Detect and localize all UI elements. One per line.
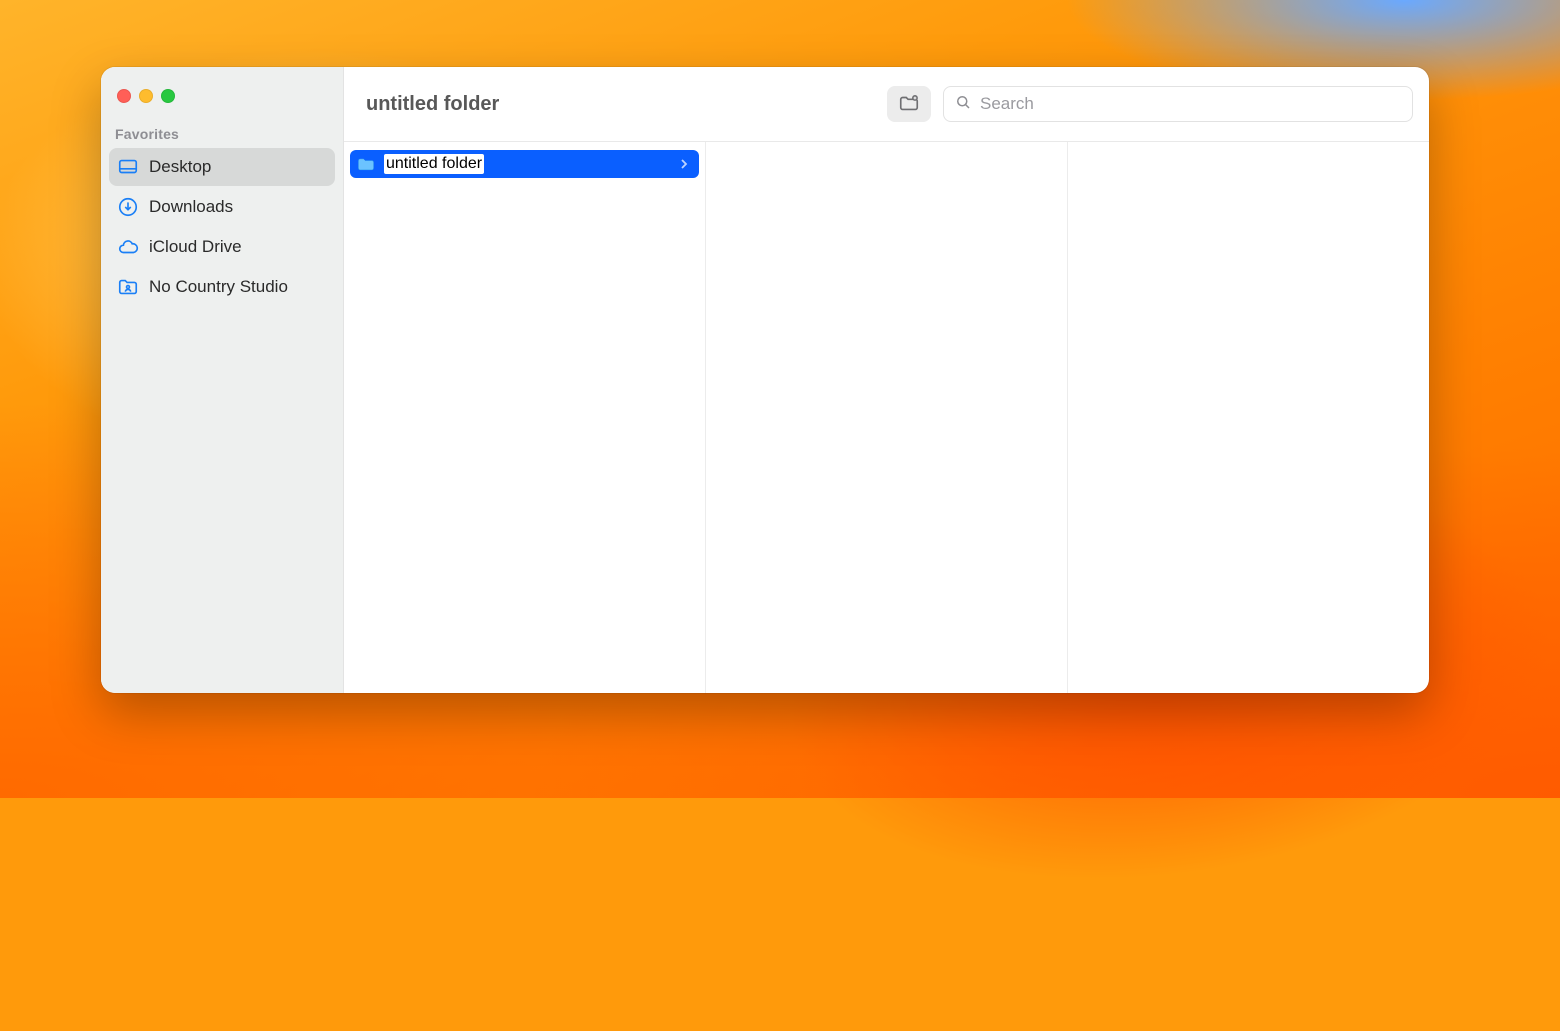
close-window-button[interactable] xyxy=(117,89,131,103)
search-field[interactable] xyxy=(943,86,1413,122)
chevron-right-icon xyxy=(677,157,691,171)
sidebar: Favorites Desktop xyxy=(101,67,344,693)
sidebar-item-label: iCloud Drive xyxy=(149,237,327,257)
search-icon xyxy=(954,93,972,116)
sidebar-item-icloud-drive[interactable]: iCloud Drive xyxy=(109,228,335,266)
folder-row-untitled-folder[interactable]: untitled folder xyxy=(350,150,699,178)
search-input[interactable] xyxy=(980,94,1402,114)
sidebar-item-no-country-studio[interactable]: No Country Studio xyxy=(109,268,335,306)
cloud-icon xyxy=(117,236,139,258)
zoom-window-button[interactable] xyxy=(161,89,175,103)
sidebar-item-label: Downloads xyxy=(149,197,327,217)
new-folder-button[interactable] xyxy=(887,86,931,122)
folder-name-editbox[interactable]: untitled folder xyxy=(384,154,484,174)
sidebar-item-label: No Country Studio xyxy=(149,277,327,297)
sidebar-item-downloads[interactable]: Downloads xyxy=(109,188,335,226)
location-title: untitled folder xyxy=(366,93,875,116)
user-folder-icon xyxy=(117,276,139,298)
desktop-icon xyxy=(117,156,139,178)
file-save-dialog: Favorites Desktop xyxy=(101,67,1429,693)
dialog-main: untitled folder xyxy=(344,67,1429,693)
sidebar-item-label: Desktop xyxy=(149,157,327,177)
browser-column-1[interactable] xyxy=(706,142,1068,693)
sidebar-section-title: Favorites xyxy=(101,126,343,148)
download-circle-icon xyxy=(117,196,139,218)
window-controls xyxy=(101,89,343,126)
browser-column-0[interactable]: untitled folder xyxy=(344,142,706,693)
column-browser: untitled folder xyxy=(344,142,1429,693)
new-folder-icon xyxy=(898,92,920,117)
browser-column-2[interactable] xyxy=(1068,142,1429,693)
sidebar-item-desktop[interactable]: Desktop xyxy=(109,148,335,186)
minimize-window-button[interactable] xyxy=(139,89,153,103)
folder-icon xyxy=(356,154,376,174)
sidebar-favorites-list: Desktop Downloads iClo xyxy=(101,148,343,306)
dialog-toolbar: untitled folder xyxy=(344,67,1429,142)
